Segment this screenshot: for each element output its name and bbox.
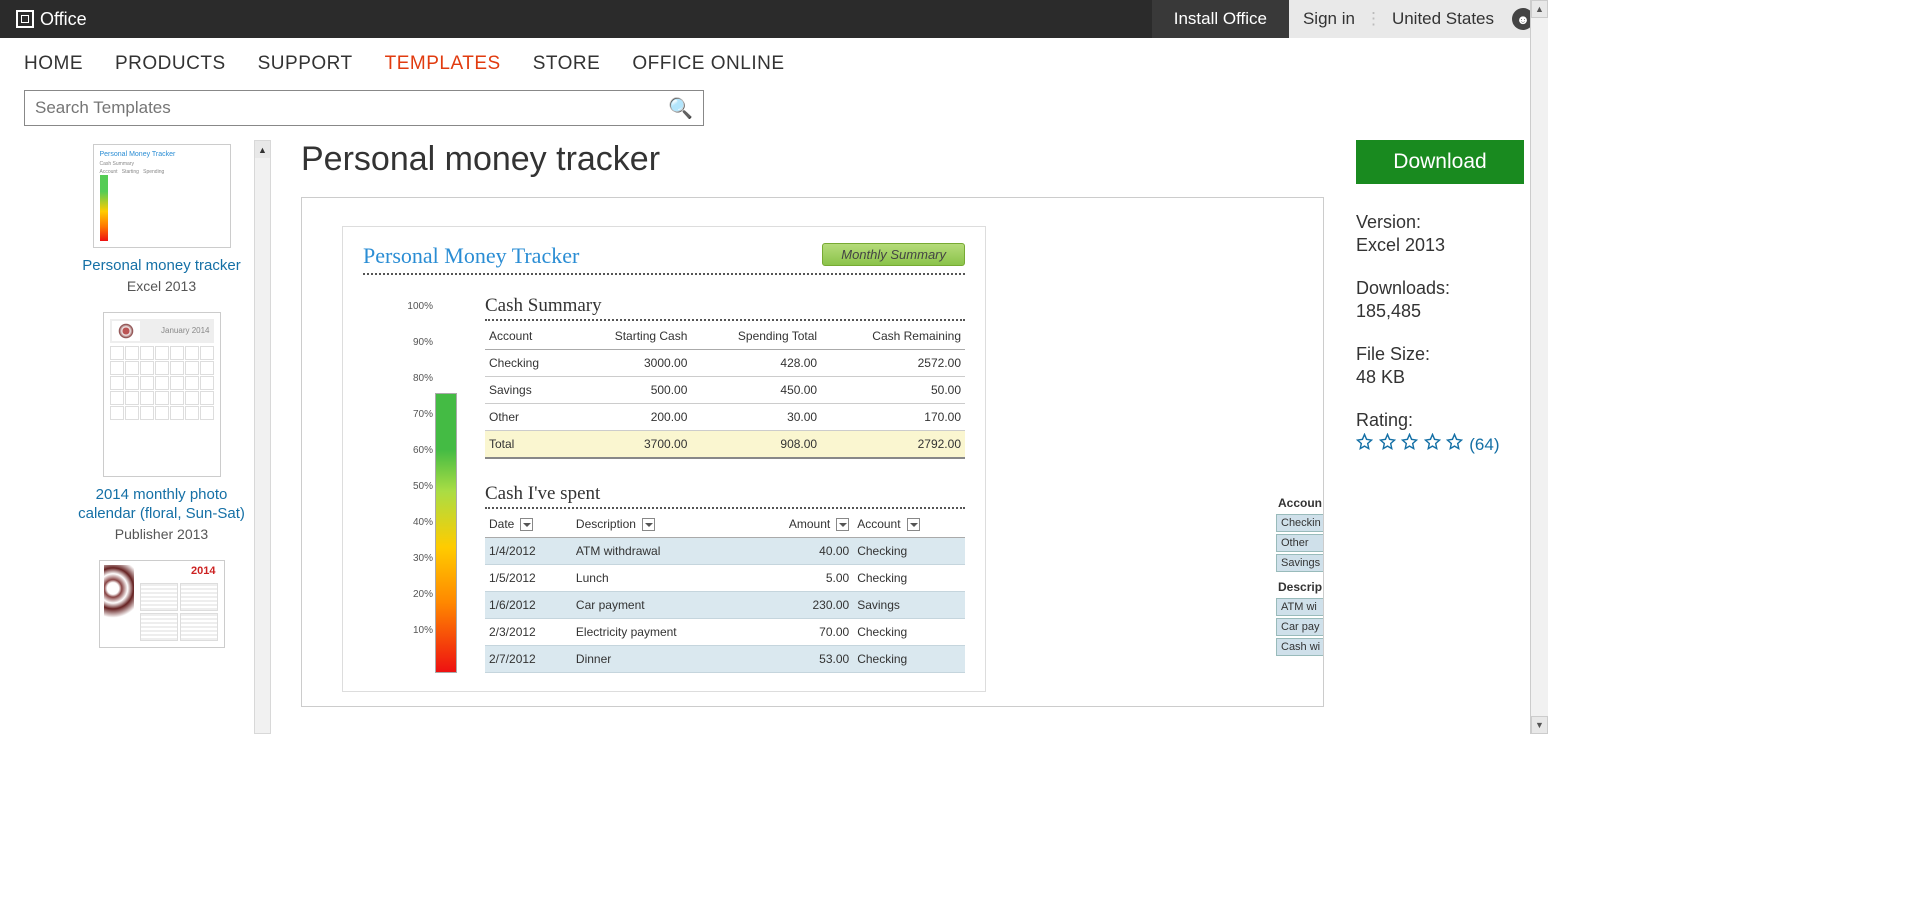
table-row: Savings500.00450.0050.00	[485, 377, 965, 404]
rating-stars[interactable]: (64)	[1356, 433, 1524, 456]
scroll-up-icon[interactable]: ▲	[1531, 0, 1548, 18]
nav-store[interactable]: STORE	[533, 53, 601, 75]
page-scrollbar[interactable]: ▲ ▼	[1530, 0, 1548, 734]
download-button[interactable]: Download	[1356, 140, 1524, 184]
cash-summary-heading: Cash Summary	[485, 295, 965, 321]
table-row-total: Total3700.00908.002792.00	[485, 431, 965, 459]
nav-home[interactable]: HOME	[24, 53, 83, 75]
nav-support[interactable]: SUPPORT	[258, 53, 353, 75]
cash-spent-table: Date Description Amount Account 1/4/2012…	[485, 511, 965, 673]
main-nav: HOME PRODUCTS SUPPORT TEMPLATES STORE OF…	[0, 38, 1548, 90]
slicer-panel: Accoun Checkin Other Savings Descrip ATM…	[1276, 488, 1324, 658]
table-row: Checking3000.00428.002572.00	[485, 350, 965, 377]
cash-summary-table: Account Starting Cash Spending Total Cas…	[485, 323, 965, 459]
account-region: Sign in ⋮ United States ☻	[1289, 0, 1548, 38]
cash-spent-heading: Cash I've spent	[485, 483, 965, 509]
template-sidebar: Personal Money Tracker Cash Summary Acco…	[24, 140, 271, 734]
template-thumbnail: Personal Money Tracker Cash Summary Acco…	[93, 144, 231, 248]
filesize-value: 48 KB	[1356, 367, 1524, 388]
page-title: Personal money tracker	[301, 140, 1324, 179]
template-thumbnail: 2014	[99, 560, 225, 648]
table-row: 1/4/2012ATM withdrawal40.00Checking	[485, 538, 965, 565]
star-icon	[1356, 433, 1373, 450]
star-icon	[1379, 433, 1396, 450]
downloads-label: Downloads:	[1356, 278, 1524, 299]
nav-office-online[interactable]: OFFICE ONLINE	[632, 53, 784, 75]
template-thumbnail: January 2014	[103, 312, 221, 477]
template-card[interactable]: Personal Money Tracker Cash Summary Acco…	[72, 144, 251, 294]
template-card[interactable]: 2014	[72, 560, 251, 648]
template-card[interactable]: January 2014 2014 monthly photo calendar…	[72, 312, 251, 542]
version-label: Version:	[1356, 212, 1524, 233]
monthly-summary-button: Monthly Summary	[822, 243, 965, 266]
search-icon[interactable]: 🔍	[668, 96, 693, 121]
table-row: 1/6/2012Car payment230.00Savings	[485, 592, 965, 619]
filesize-label: File Size:	[1356, 344, 1524, 365]
template-app: Excel 2013	[72, 278, 251, 294]
template-preview: Personal Money Tracker Monthly Summary 1…	[301, 197, 1324, 707]
region-link[interactable]: United States	[1392, 9, 1494, 29]
divider: ⋮	[1365, 9, 1382, 29]
filter-dropdown-icon	[520, 518, 533, 531]
star-icon	[1446, 433, 1463, 450]
table-row: 2/3/2012Electricity payment70.00Checking	[485, 619, 965, 646]
brand-text: Office	[40, 9, 87, 30]
filter-dropdown-icon	[907, 518, 920, 531]
gauge-chart: 100% 90% 80% 70% 60% 50% 40% 30% 20% 10%	[363, 295, 433, 675]
downloads-value: 185,485	[1356, 301, 1524, 322]
filter-dropdown-icon	[642, 518, 655, 531]
scroll-up-icon[interactable]: ▲	[255, 141, 270, 158]
scroll-down-icon[interactable]: ▼	[1531, 716, 1548, 734]
template-app: Publisher 2013	[72, 526, 251, 542]
version-value: Excel 2013	[1356, 235, 1524, 256]
office-logo[interactable]: Office	[0, 9, 103, 30]
template-title: Personal money tracker	[72, 256, 251, 276]
nav-templates[interactable]: TEMPLATES	[385, 53, 501, 75]
rating-count: (64)	[1469, 435, 1499, 455]
nav-products[interactable]: PRODUCTS	[115, 53, 226, 75]
rating-label: Rating:	[1356, 410, 1524, 431]
search-input[interactable]	[35, 98, 668, 118]
filter-dropdown-icon	[836, 518, 849, 531]
template-title: 2014 monthly photo calendar (floral, Sun…	[72, 485, 251, 524]
top-bar: Office Install Office Sign in ⋮ United S…	[0, 0, 1548, 38]
sidebar-scrollbar[interactable]: ▲	[254, 140, 271, 734]
office-icon	[16, 10, 34, 28]
install-office-button[interactable]: Install Office	[1152, 0, 1289, 38]
details-panel: Download Version:Excel 2013 Downloads:18…	[1324, 140, 1524, 734]
sign-in-link[interactable]: Sign in	[1303, 9, 1355, 29]
table-row: 1/5/2012Lunch5.00Checking	[485, 565, 965, 592]
star-icon	[1424, 433, 1441, 450]
search-box: 🔍	[24, 90, 704, 126]
table-row: 2/7/2012Dinner53.00Checking	[485, 646, 965, 673]
star-icon	[1401, 433, 1418, 450]
table-row: Other200.0030.00170.00	[485, 404, 965, 431]
